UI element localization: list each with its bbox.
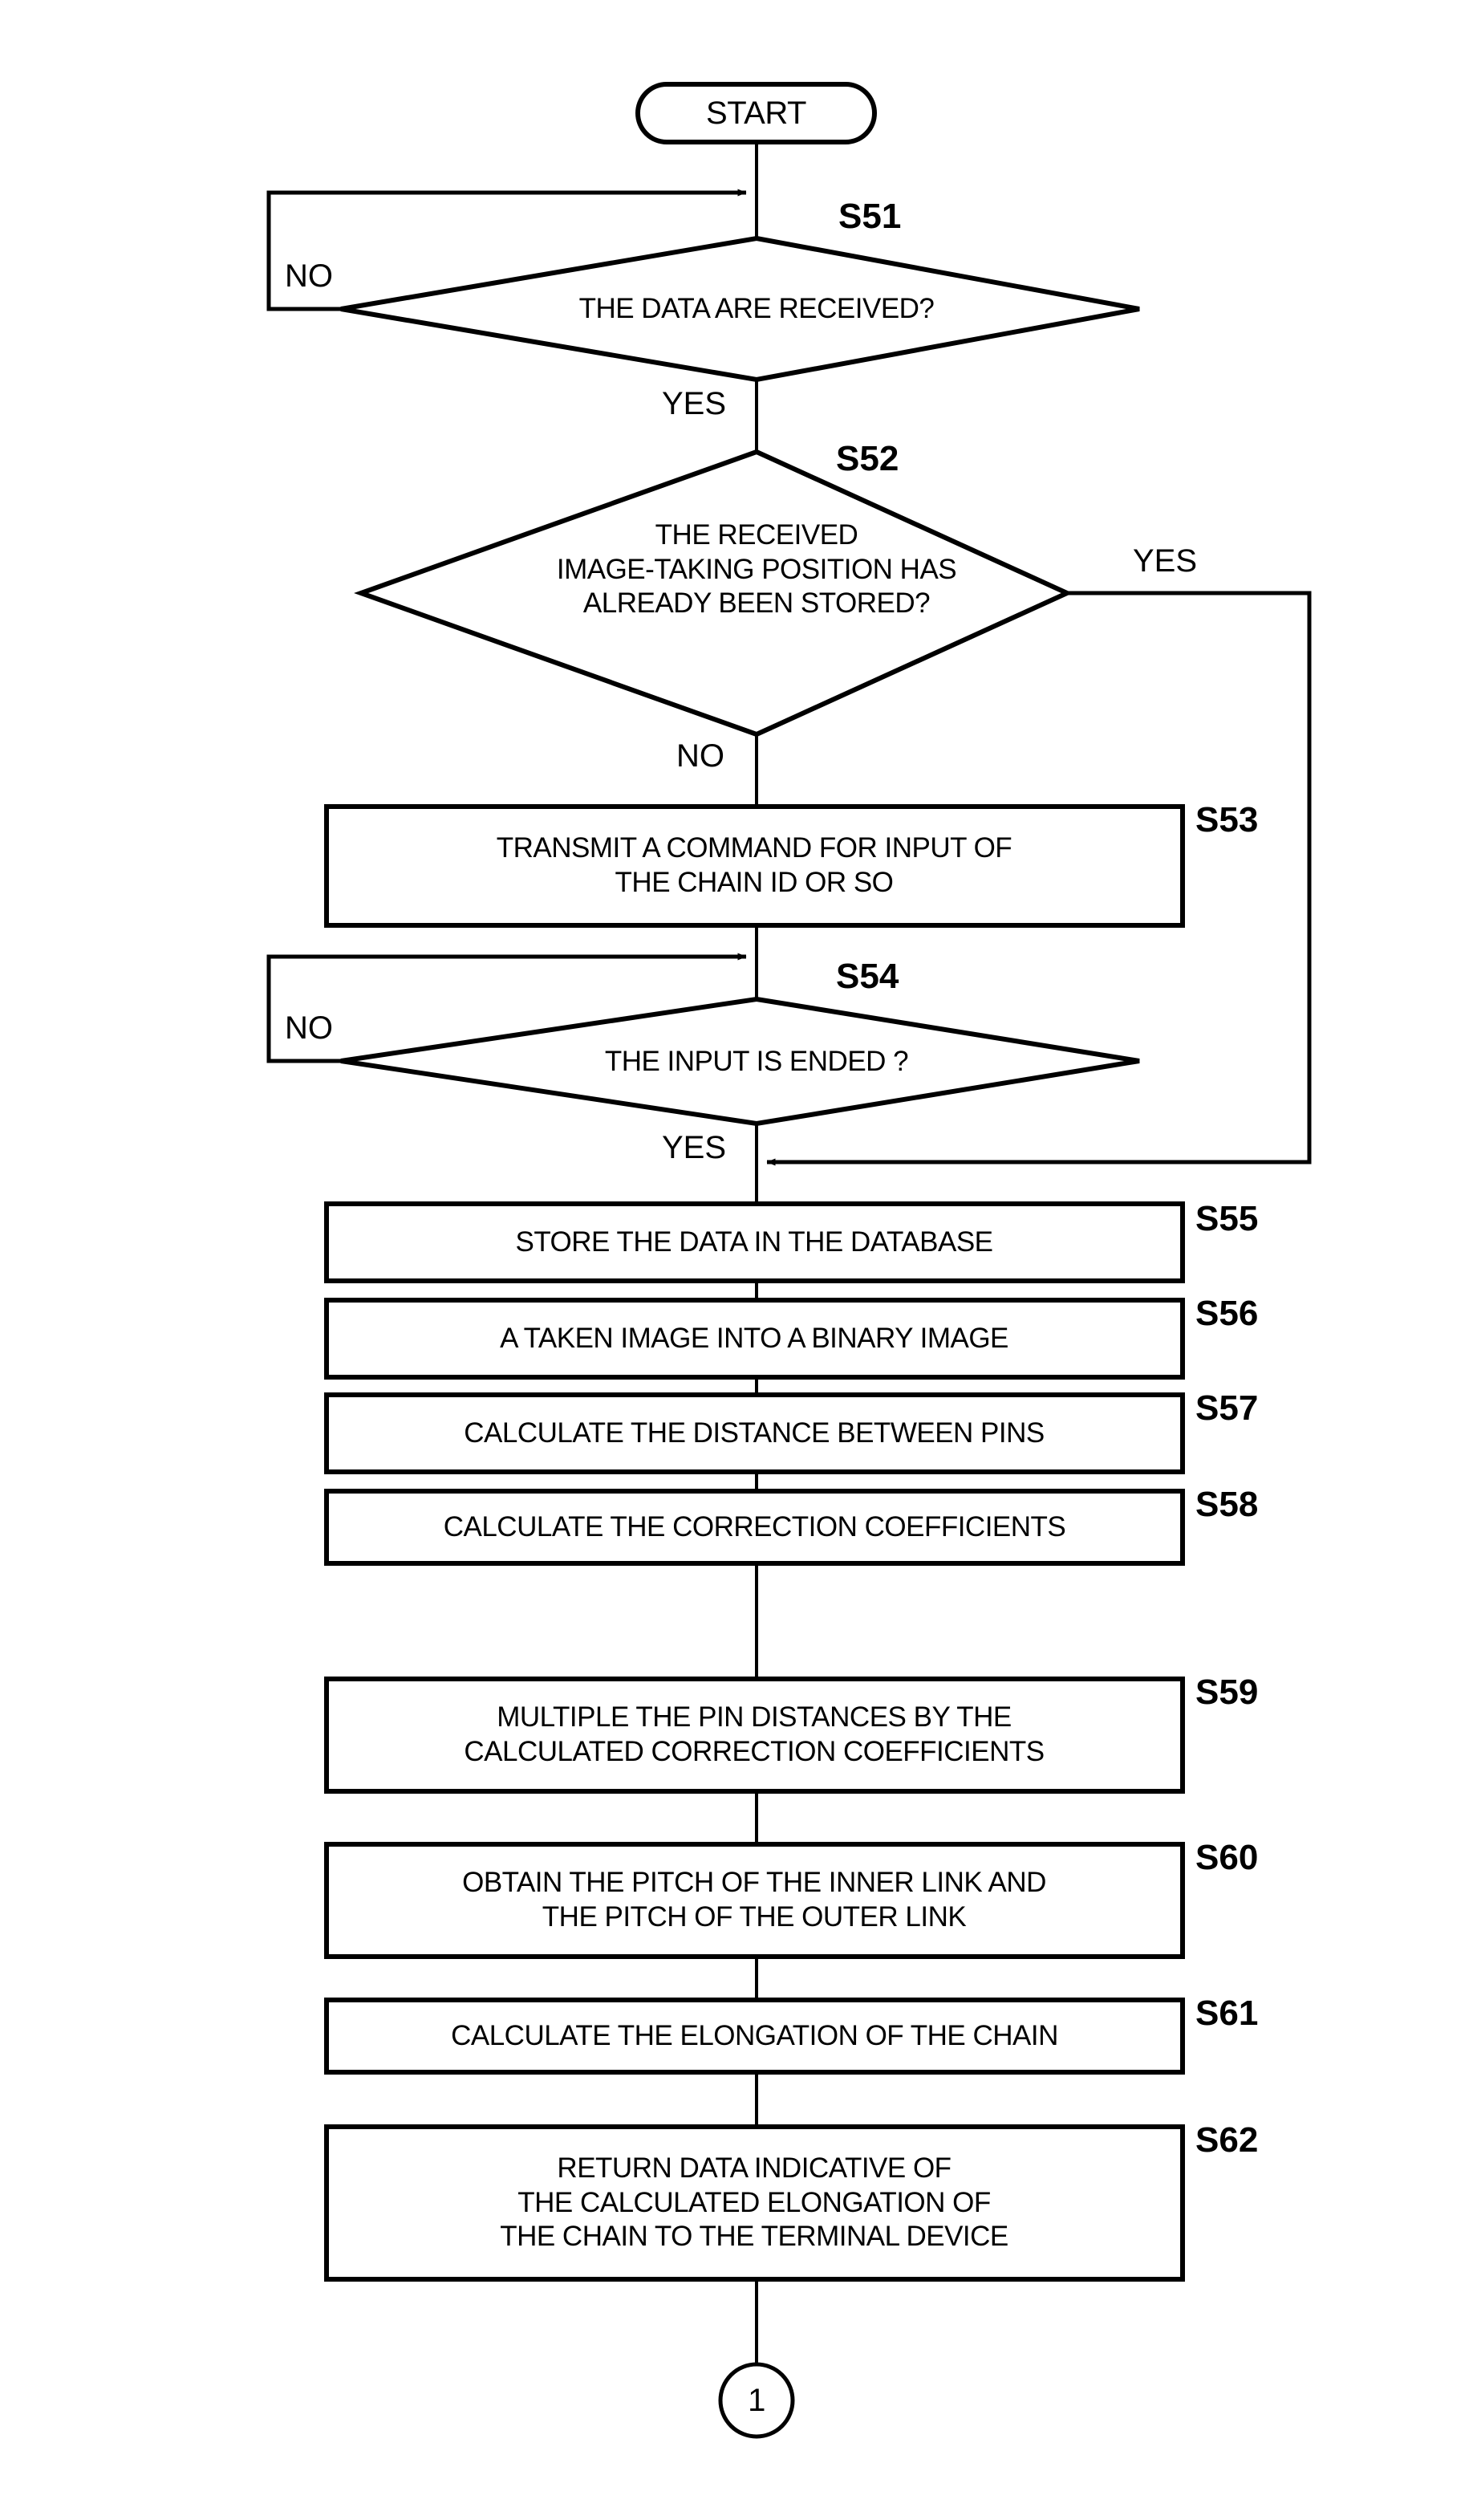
s57-process-shape: [324, 1392, 1185, 1474]
start-terminator-shape: [635, 82, 877, 144]
connector-1-shape: [718, 2362, 795, 2439]
s52-step-label: S52: [836, 439, 899, 478]
s55-step-label: S55: [1195, 1199, 1259, 1238]
s57-step-label: S57: [1195, 1388, 1259, 1428]
flowchart-canvas: START THE DATA ARE RECEIVED? S51 NO YES …: [0, 0, 1477, 2520]
s61-process-shape: [324, 1998, 1185, 2075]
s54-yes-label: YES: [662, 1130, 727, 1165]
s52-no-label: NO: [676, 738, 724, 774]
s52-decision-shape: [354, 449, 1073, 738]
s54-decision-shape: [340, 996, 1140, 1127]
s54-no-label: NO: [285, 1010, 333, 1046]
s60-step-label: S60: [1195, 1838, 1259, 1877]
s51-step-label: S51: [838, 197, 902, 236]
s55-process-shape: [324, 1201, 1185, 1283]
s60-process-shape: [324, 1842, 1185, 1959]
s53-step-label: S53: [1195, 800, 1259, 839]
s62-process-shape: [324, 2124, 1185, 2282]
s53-process-shape: [324, 804, 1185, 928]
s52-yes-label: YES: [1133, 543, 1198, 579]
s62-step-label: S62: [1195, 2120, 1259, 2160]
s54-step-label: S54: [836, 957, 899, 996]
s58-process-shape: [324, 1489, 1185, 1566]
s61-step-label: S61: [1195, 1994, 1259, 2033]
s59-process-shape: [324, 1677, 1185, 1794]
s51-no-label: NO: [285, 258, 333, 294]
s56-process-shape: [324, 1298, 1185, 1380]
s56-step-label: S56: [1195, 1294, 1259, 1333]
s51-yes-label: YES: [662, 386, 727, 421]
s51-decision-shape: [340, 235, 1140, 383]
s58-step-label: S58: [1195, 1485, 1259, 1524]
s59-step-label: S59: [1195, 1673, 1259, 1712]
